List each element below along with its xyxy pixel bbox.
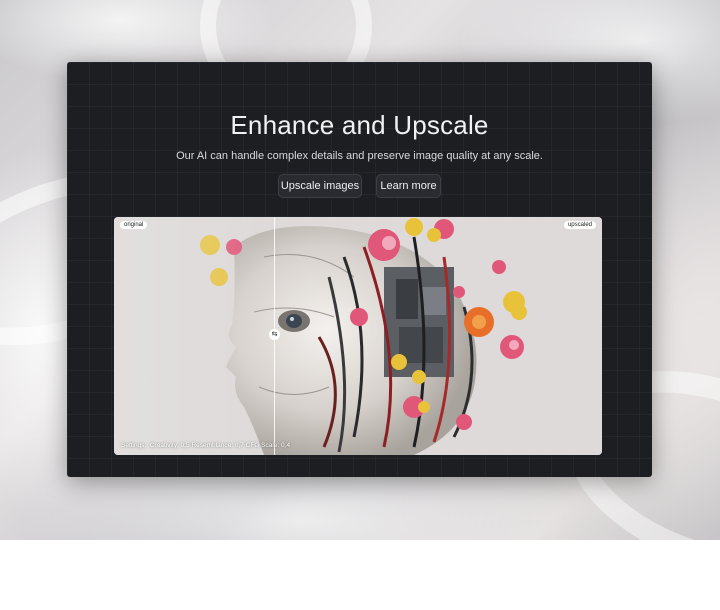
image-comparison-slider[interactable]: original upscaled ⇆ Settings: Creativity… — [114, 217, 602, 455]
learn-more-button[interactable]: Learn more — [376, 174, 441, 198]
swap-arrows-icon[interactable]: ⇆ — [269, 329, 280, 340]
comparison-image — [114, 217, 602, 455]
settings-caption: Settings: Creativity: 0,5 Resemblance: 0… — [121, 442, 290, 449]
page-subtitle: Our AI can handle complex details and pr… — [67, 150, 652, 162]
hero-panel: Enhance and Upscale Our AI can handle co… — [67, 62, 652, 477]
upscaled-label: upscaled — [564, 221, 596, 229]
upscale-images-button[interactable]: Upscale images — [278, 174, 362, 198]
original-label: original — [120, 221, 147, 229]
page-title: Enhance and Upscale — [67, 110, 652, 141]
